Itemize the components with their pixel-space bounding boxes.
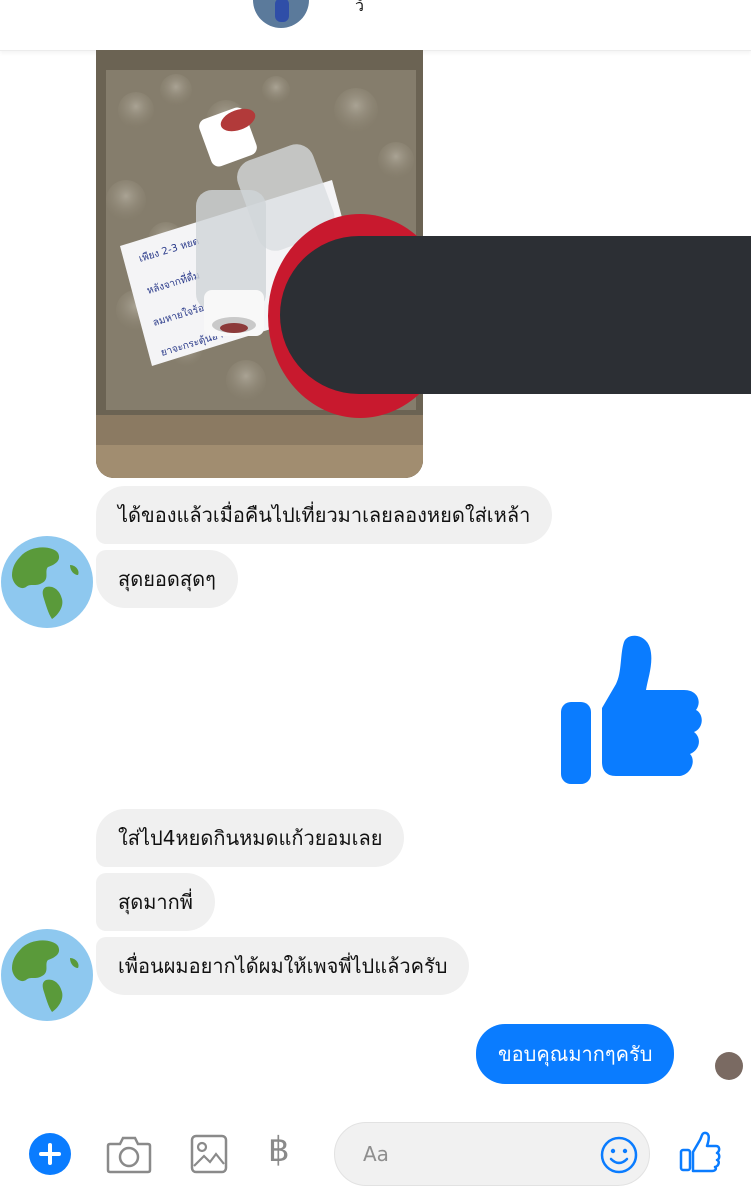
sender-avatar[interactable] [0,535,94,633]
message-bubble-incoming[interactable]: สุดมากพี่ [96,873,215,931]
thumbs-up-icon[interactable] [556,630,706,789]
image-icon[interactable] [190,1134,228,1178]
conversation-header: ว์ [0,0,751,51]
message-bubble-outgoing[interactable]: ขอบคุณมากๆครับ [476,1024,675,1084]
contact-avatar[interactable] [253,0,309,28]
sender-avatar[interactable] [0,928,94,1026]
thumbs-up-icon [679,1131,721,1173]
read-receipt-avatar [715,1052,743,1080]
camera-icon[interactable] [106,1134,152,1178]
like-button[interactable] [678,1130,722,1178]
redaction-bar [280,236,751,394]
baht-icon[interactable]: ฿ [268,1130,290,1170]
message-bubble-incoming[interactable]: ได้ของแล้วเมื่อคืนไปเที่ยวมาเลยลองหยดใส่… [96,486,553,544]
globe-icon [1,929,93,1021]
input-placeholder: Aa [363,1142,389,1166]
message-input[interactable]: Aa [334,1122,650,1186]
composer-bar: ฿ Aa [0,1112,751,1200]
message-bubble-incoming[interactable]: สุดยอดสุดๆ [96,550,238,608]
message-bubble-incoming[interactable]: เพื่อนผมอยากได้ผมให้เพจพี่ไปแล้วครับ [96,937,470,995]
message-bubble-incoming[interactable]: ใส่ไป4หยดกินหมดแก้วยอมเลย [96,809,405,867]
smiley-icon[interactable] [599,1135,639,1179]
contact-name[interactable]: ว์ [355,0,364,19]
plus-icon[interactable] [28,1132,72,1180]
globe-icon [1,536,93,628]
